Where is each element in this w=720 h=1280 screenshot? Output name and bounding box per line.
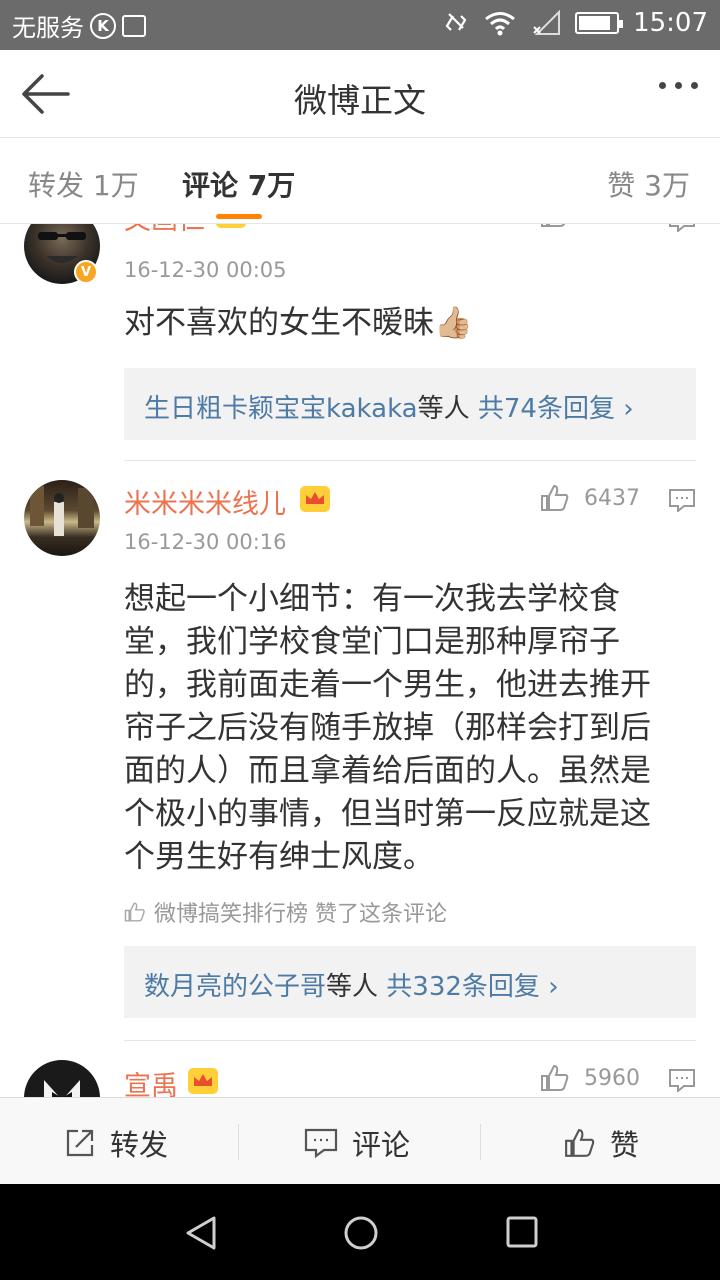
thumbs-up-icon[interactable] (540, 484, 570, 512)
toolbar-divider (480, 1124, 481, 1160)
reply-icon[interactable] (668, 1068, 696, 1092)
comment-text: 对不喜欢的女生不暧昧👍🏼 (124, 305, 473, 341)
comment-button[interactable]: 评论 (304, 1122, 410, 1164)
repost-label: 转发 (110, 1128, 169, 1162)
repost-icon (66, 1129, 94, 1157)
reply-icon[interactable] (668, 224, 696, 232)
more-dot-icon (675, 82, 682, 89)
nav-home-icon[interactable] (342, 1214, 380, 1252)
reply-suffix: 等人 (326, 972, 379, 1002)
comment-username[interactable]: 宣禹 (124, 1064, 178, 1097)
avatar[interactable] (24, 480, 100, 556)
thumbs-up-icon[interactable] (540, 1064, 570, 1092)
header-bar: 微博正文 (0, 50, 720, 138)
nav-back-icon[interactable] (182, 1214, 220, 1252)
replies-summary[interactable]: 数月亮的公子哥等人 共332条回复 › (124, 946, 696, 1018)
reply-count-link[interactable]: 共74条回复 › (478, 394, 634, 424)
comment-username[interactable]: 文画仁 (124, 224, 205, 237)
vibrate-icon (445, 13, 467, 31)
avatar-photo-icon (30, 486, 94, 536)
replies-summary[interactable]: 生日粗卡颖宝宝kakaka等人 共74条回复 › (124, 368, 696, 440)
crown-badge-icon (188, 1068, 218, 1094)
page-title: 微博正文 (294, 81, 426, 120)
thumbs-up-icon[interactable] (540, 224, 570, 228)
like-button[interactable]: 赞 (564, 1122, 639, 1164)
reply-suffix: 等人 (417, 394, 470, 424)
comment-icon (304, 1128, 338, 1158)
tab-comment[interactable]: 评论 7万 (182, 164, 295, 204)
reply-author-link[interactable]: 数月亮的公子哥 (144, 972, 326, 1002)
carrier-text: 无服务 (12, 14, 84, 42)
clock: 15:07 (633, 8, 708, 38)
more-dot-icon (659, 82, 666, 89)
liked-by-text: 微博搞笑排行榜 赞了这条评论 (154, 902, 447, 927)
reply-icon[interactable] (668, 488, 696, 512)
repost-button[interactable]: 转发 (64, 1122, 168, 1164)
reply-author-link[interactable]: 生日粗卡颖宝宝kakaka (144, 394, 418, 424)
tab-like[interactable]: 赞 3万 (607, 164, 690, 204)
comment-divider (124, 460, 696, 461)
comment-divider (124, 1040, 696, 1041)
avatar[interactable] (24, 1060, 100, 1097)
avatar-photo-icon (44, 1080, 80, 1097)
signal-icon (533, 10, 561, 35)
nav-recents-icon[interactable] (504, 1214, 540, 1250)
thumbs-up-icon (565, 1129, 595, 1157)
like-count: 6437 (584, 485, 640, 511)
wifi-icon (485, 12, 515, 36)
battery-icon (575, 12, 624, 34)
more-options-button[interactable] (659, 82, 698, 89)
more-dot-icon (691, 82, 698, 89)
like-label: 赞 (610, 1128, 640, 1162)
crown-badge-icon (300, 486, 330, 512)
image-icon (122, 14, 146, 37)
comment-list[interactable]: V 文画仁 6813 16-12-30 00:05 对不喜欢的女生不暧昧👍🏼 生… (0, 224, 720, 1097)
status-bar: 无服务 K 15:07 (0, 0, 720, 50)
comment-username[interactable]: 米米米米线儿 (124, 482, 286, 521)
toolbar-divider (238, 1124, 239, 1160)
tab-bar: 转发 1万 评论 7万 赞 3万 (0, 138, 720, 224)
comment-text: 想起一个小细节：有一次我去学校食堂，我们学校食堂门口是那种厚帘子的，我前面走着一… (124, 581, 651, 875)
bottom-toolbar: 转发 评论 赞 (0, 1097, 720, 1184)
comment-label: 评论 (352, 1128, 411, 1162)
tab-active-indicator (216, 214, 262, 219)
verified-badge: V (74, 260, 98, 284)
comment-timestamp: 16-12-30 00:16 (124, 530, 287, 554)
k-icon: K (90, 12, 116, 39)
thumbs-up-small-icon (124, 902, 145, 922)
like-count: 6813 (584, 224, 640, 227)
reply-count-link[interactable]: 共332条回复 › (386, 972, 558, 1002)
crown-badge-icon (216, 224, 246, 228)
tab-repost[interactable]: 转发 1万 (28, 164, 139, 204)
system-nav-bar (0, 1184, 720, 1280)
comment-timestamp: 16-12-30 00:05 (124, 258, 287, 282)
like-count: 5960 (584, 1065, 640, 1091)
